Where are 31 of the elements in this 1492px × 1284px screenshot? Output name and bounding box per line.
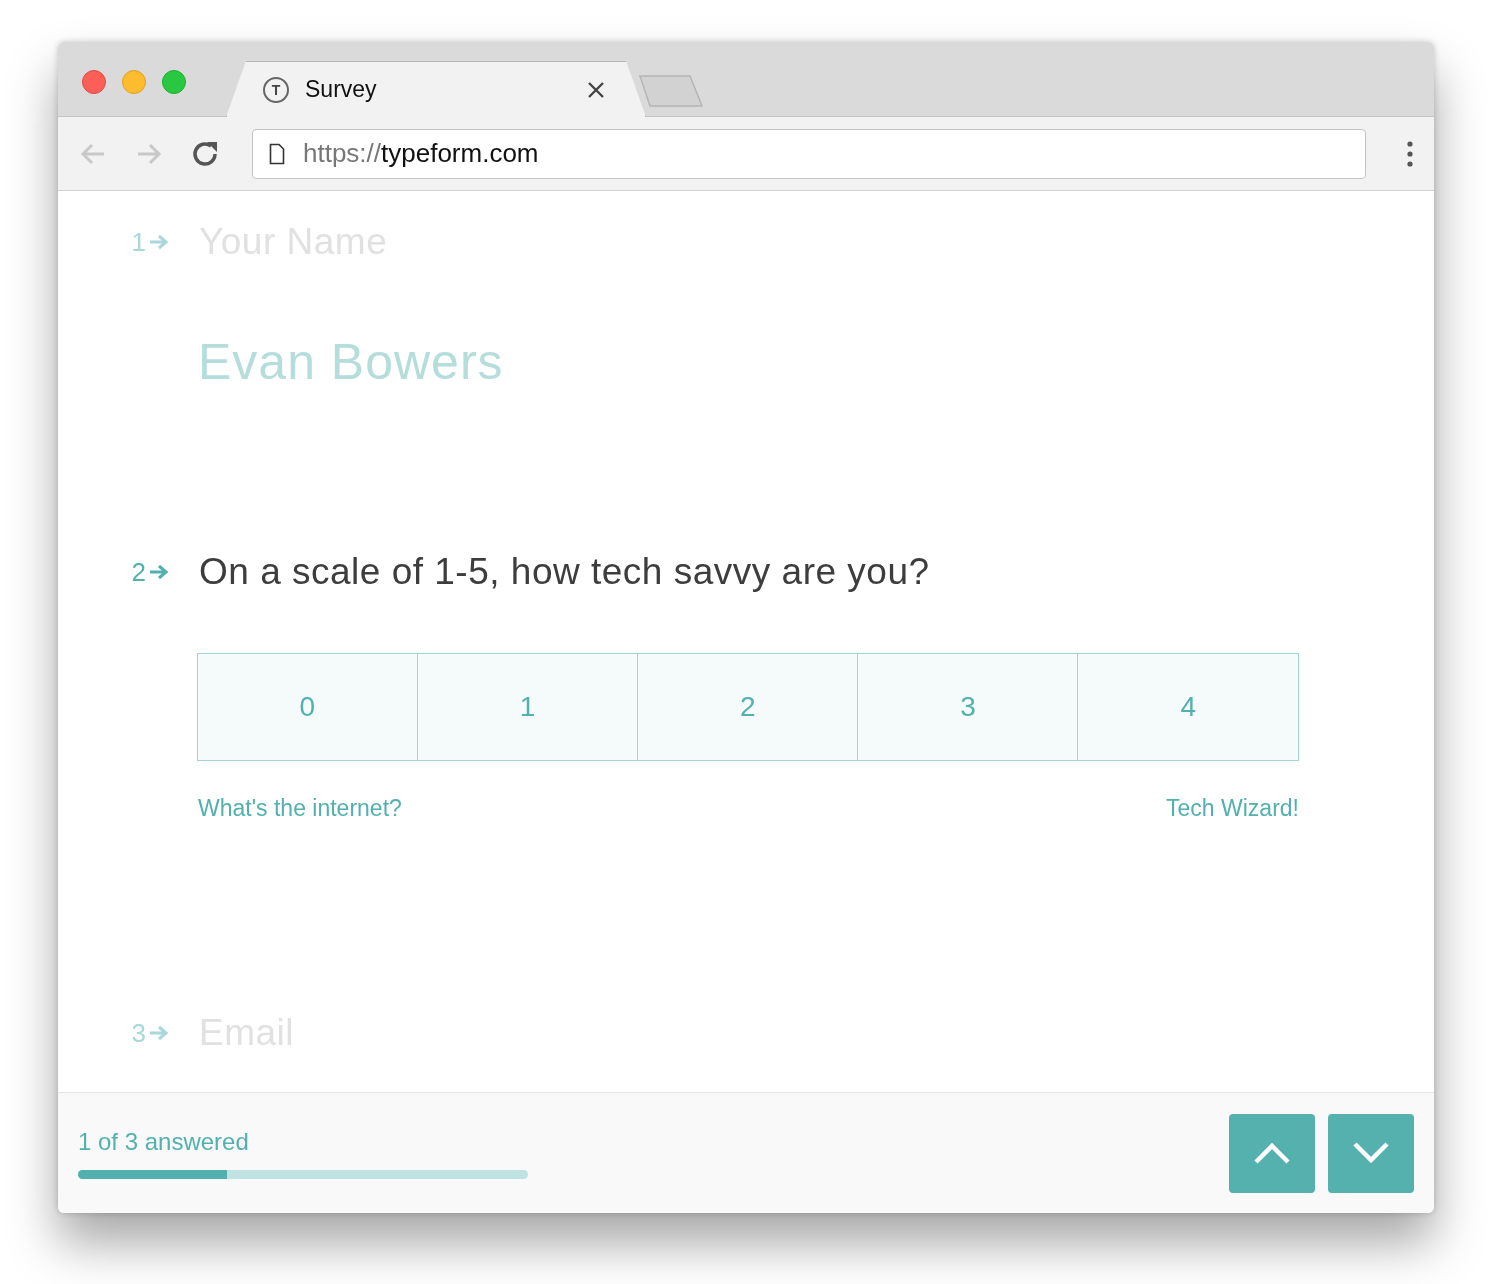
address-bar[interactable]: https://typeform.com xyxy=(252,128,1366,179)
menu-icon[interactable] xyxy=(1406,139,1414,168)
scale-min-label: What's the internet? xyxy=(198,795,402,822)
favicon-icon: T xyxy=(263,76,289,103)
question-number: 2 xyxy=(130,556,146,588)
page-icon xyxy=(269,142,285,165)
progress-text: 1 of 3 answered xyxy=(78,1127,250,1156)
close-icon[interactable] xyxy=(587,80,605,99)
scale-option[interactable]: 2 xyxy=(636,653,859,761)
scale-max-label: Tech Wizard! xyxy=(1166,795,1299,822)
chevron-up-icon xyxy=(1252,1141,1292,1165)
chevron-down-icon xyxy=(1351,1141,1391,1165)
arrow-icon xyxy=(149,1025,169,1041)
answer-field[interactable]: Evan Bowers xyxy=(198,333,504,391)
arrow-icon xyxy=(149,234,169,250)
question-number: 1 xyxy=(130,226,146,258)
scale-option[interactable]: 1 xyxy=(416,653,639,761)
question-title: On a scale of 1-5, how tech savvy are you? xyxy=(199,551,930,593)
new-tab-button[interactable] xyxy=(638,74,704,108)
zoom-window-button[interactable] xyxy=(162,70,186,94)
previous-button[interactable] xyxy=(1229,1113,1315,1193)
arrow-icon xyxy=(149,564,169,580)
scale-option[interactable]: 4 xyxy=(1077,653,1299,761)
question-number: 3 xyxy=(130,1017,146,1049)
scale-option[interactable]: 3 xyxy=(857,653,1079,761)
close-window-button[interactable] xyxy=(82,70,106,94)
scale-option[interactable]: 0 xyxy=(196,653,419,761)
browser-tab[interactable]: T Survey xyxy=(226,61,646,117)
next-button[interactable] xyxy=(1328,1113,1414,1193)
minimize-window-button[interactable] xyxy=(122,70,146,94)
tab-title: Survey xyxy=(305,76,378,103)
